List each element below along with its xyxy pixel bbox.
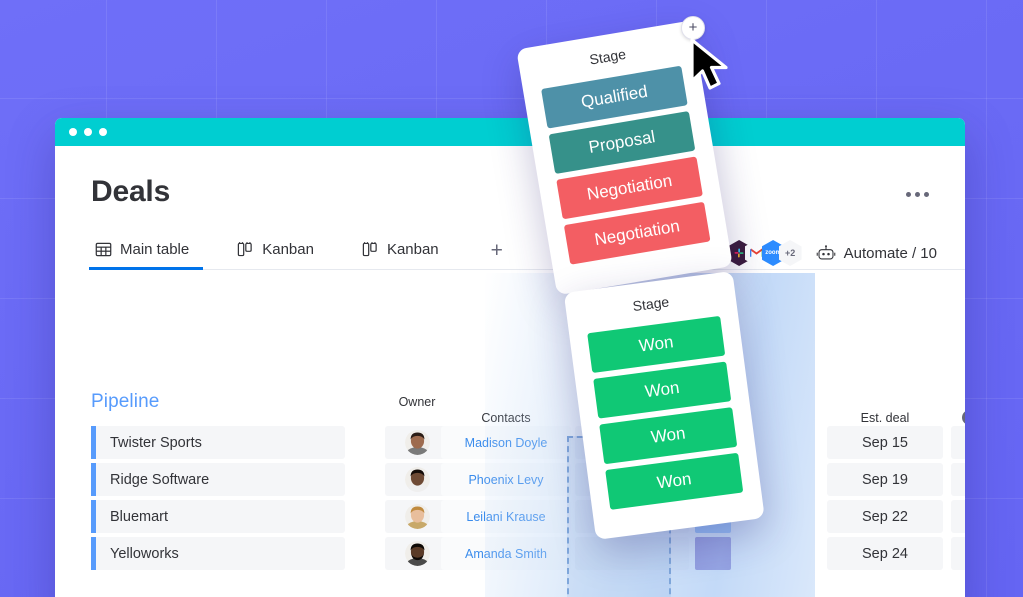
- page-title: Deals: [91, 175, 171, 208]
- cell-owner[interactable]: [385, 426, 449, 459]
- dot: [915, 192, 920, 197]
- integrations-group[interactable]: zoom +2: [727, 240, 802, 266]
- cell-est-deal[interactable]: Sep 22: [827, 500, 943, 533]
- tab-label: Main table: [120, 241, 190, 258]
- tab-label: Kanban: [262, 241, 314, 258]
- cell-est-deal[interactable]: Sep 15: [827, 426, 943, 459]
- cell-tail[interactable]: [951, 426, 965, 459]
- cell-contact[interactable]: Amanda Smith: [441, 537, 571, 570]
- tab-kanban-2[interactable]: Kanban: [356, 237, 453, 270]
- window-dot-minimize[interactable]: [84, 128, 92, 136]
- tab-kanban-1[interactable]: Kanban: [231, 237, 328, 270]
- table-grid-icon: [95, 241, 112, 258]
- kanban-icon: [237, 241, 254, 258]
- table-row[interactable]: Yelloworks Amanda Smith Sep 24: [55, 536, 965, 573]
- cell-contact[interactable]: Leilani Krause: [441, 500, 571, 533]
- cell-contact[interactable]: Phoenix Levy: [441, 463, 571, 496]
- avatar[interactable]: [404, 467, 430, 492]
- row-list: Twister Sports Madison Doyle Sep 15 Ridge …: [55, 425, 965, 573]
- kanban-icon: [362, 241, 379, 258]
- floating-card-won[interactable]: Stage Won Won Won Won: [563, 270, 765, 540]
- cell-tail[interactable]: [951, 537, 965, 570]
- cell-deal-name[interactable]: Bluemart: [91, 500, 345, 533]
- cell-tail[interactable]: [951, 500, 965, 533]
- stage-chip-list: Won Won Won Won: [587, 315, 744, 510]
- board-toolbar: zoom +2 Automate / 10: [727, 236, 937, 270]
- tab-label: Kanban: [386, 241, 439, 258]
- cell-owner[interactable]: [385, 463, 449, 496]
- dot: [906, 192, 911, 197]
- dot: [924, 192, 929, 197]
- cell-deal-name[interactable]: Twister Sports: [91, 426, 345, 459]
- cell-owner[interactable]: [385, 537, 449, 570]
- cell-owner[interactable]: [385, 500, 449, 533]
- add-column-button[interactable]: +: [962, 410, 965, 425]
- cell-deal-name[interactable]: Ridge Software: [91, 463, 345, 496]
- table-row[interactable]: Ridge Software Phoenix Levy Sep 19: [55, 462, 965, 499]
- automate-button[interactable]: Automate / 10: [816, 245, 937, 262]
- stage-chip-list: Qualified Proposal Negotiation Negotiation: [541, 65, 711, 265]
- robot-icon: [816, 244, 836, 262]
- window-dot-close[interactable]: [69, 128, 77, 136]
- board-area: Pipeline Owner Contacts Est. deal + Twis…: [55, 273, 965, 597]
- floating-card-title: Stage: [631, 293, 671, 315]
- cell-est-deal[interactable]: Sep 19: [827, 463, 943, 496]
- app-window: Deals Main table Kanban Kanban + zoom +2…: [55, 118, 965, 597]
- automate-label: Automate / 10: [843, 244, 937, 262]
- table-row[interactable]: Twister Sports Madison Doyle Sep 15: [55, 425, 965, 462]
- window-titlebar: [55, 118, 965, 146]
- cell-blank[interactable]: [575, 537, 689, 570]
- cell-tail[interactable]: [951, 463, 965, 496]
- column-header-owner[interactable]: Owner: [385, 395, 449, 409]
- table-row[interactable]: Bluemart Leilani Krause Sep 22: [55, 499, 965, 536]
- window-dot-maximize[interactable]: [99, 128, 107, 136]
- cell-status-swatch[interactable]: [695, 537, 731, 570]
- avatar[interactable]: [404, 430, 430, 455]
- add-view-button[interactable]: +: [481, 240, 513, 269]
- cell-deal-name[interactable]: Yelloworks: [91, 537, 345, 570]
- more-integrations-badge[interactable]: +2: [778, 240, 802, 266]
- avatar[interactable]: [404, 504, 430, 529]
- column-header-contacts[interactable]: Contacts: [441, 411, 571, 425]
- avatar[interactable]: [404, 541, 430, 566]
- cell-contact[interactable]: Madison Doyle: [441, 426, 571, 459]
- column-header-est-deal[interactable]: Est. deal: [827, 411, 943, 425]
- add-item-button[interactable]: +: [681, 16, 705, 40]
- cell-est-deal[interactable]: Sep 24: [827, 537, 943, 570]
- tab-main-table[interactable]: Main table: [89, 237, 204, 270]
- more-options-button[interactable]: [900, 186, 935, 203]
- group-title[interactable]: Pipeline: [91, 391, 159, 413]
